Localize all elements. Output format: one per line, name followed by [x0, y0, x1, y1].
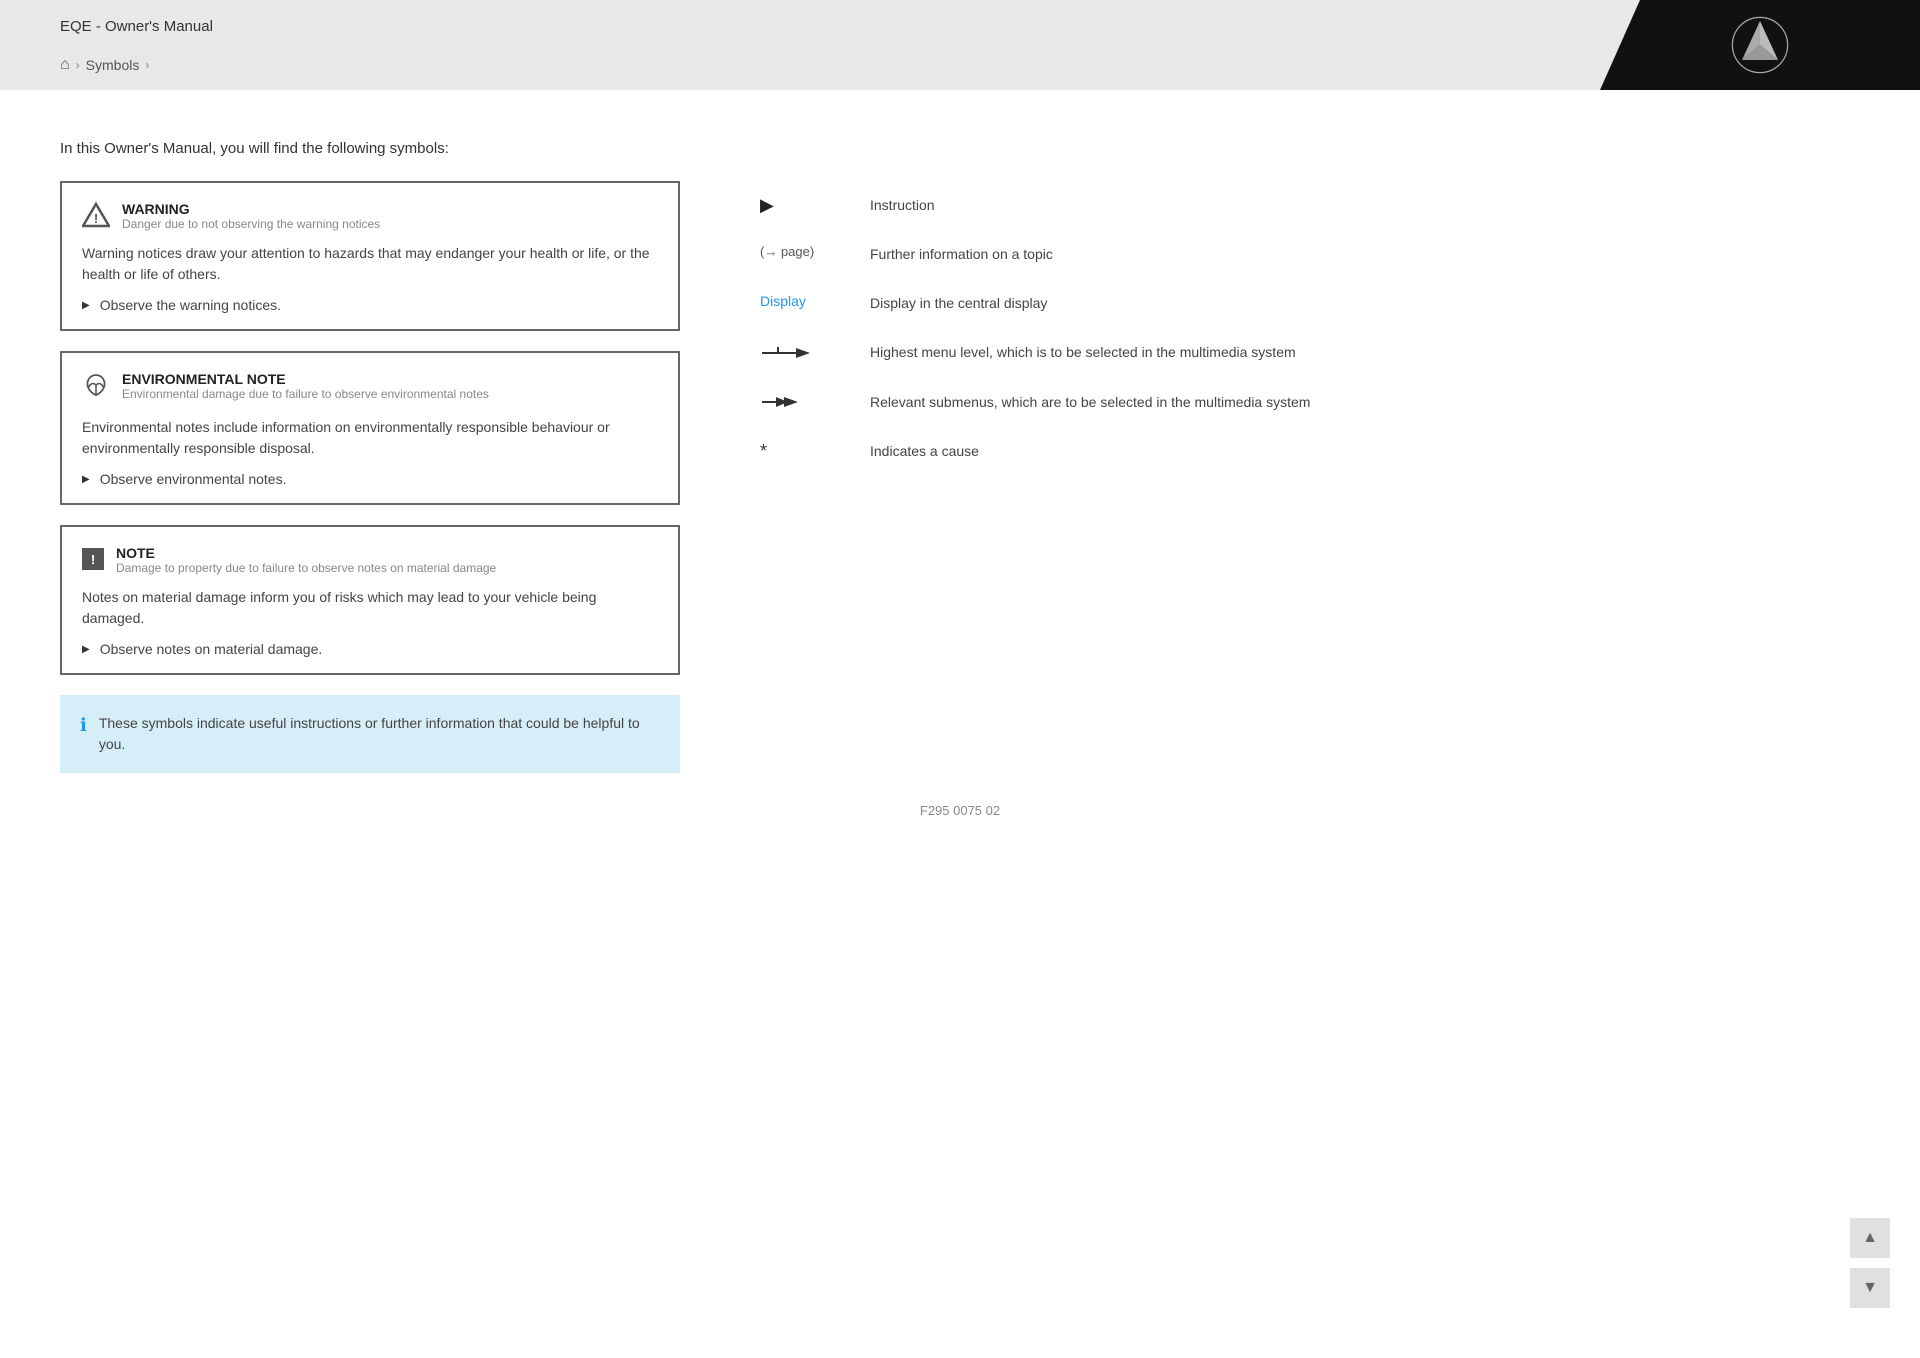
- right-column: ▶ Instruction (→ page) Further informati…: [760, 181, 1860, 773]
- symbol-desc-menu-level: Highest menu level, which is to be selec…: [870, 342, 1860, 363]
- symbol-row-submenus: Relevant submenus, which are to be selec…: [760, 378, 1860, 427]
- play-icon: ▶: [82, 300, 90, 311]
- warning-box: ! WARNING Danger due to not observing th…: [60, 181, 680, 331]
- info-box: ℹ These symbols indicate useful instruct…: [60, 695, 680, 773]
- symbol-desc-submenus: Relevant submenus, which are to be selec…: [870, 392, 1860, 413]
- warning-instruction-text: Observe the warning notices.: [100, 297, 281, 313]
- symbol-desc-cause: Indicates a cause: [870, 441, 1860, 462]
- submenus-arrow-icon: [760, 392, 802, 412]
- environmental-instruction-text: Observe environmental notes.: [100, 471, 287, 487]
- note-header: ! NOTE Damage to property due to failure…: [82, 545, 658, 575]
- footer: F295 0075 02: [60, 773, 1860, 838]
- warning-header: ! WARNING Danger due to not observing th…: [82, 201, 658, 231]
- play-icon-2: ▶: [82, 474, 90, 485]
- mercedes-logo: [1730, 15, 1790, 75]
- info-icon: ℹ: [80, 715, 87, 736]
- warning-icon: !: [82, 201, 110, 229]
- main-content: In this Owner's Manual, you will find th…: [0, 90, 1920, 1358]
- breadcrumb-current[interactable]: Symbols: [86, 57, 140, 73]
- scroll-up-button[interactable]: ▲: [1850, 1218, 1890, 1258]
- symbol-desc-further-info: Further information on a topic: [870, 244, 1860, 265]
- symbol-icon-menu-level: [760, 342, 840, 364]
- breadcrumb: ⌂ › Symbols ›: [60, 56, 149, 74]
- logo-area: [1600, 0, 1920, 90]
- note-box: ! NOTE Damage to property due to failure…: [60, 525, 680, 675]
- environmental-subtitle: Environmental damage due to failure to o…: [122, 387, 489, 401]
- warning-subtitle: Danger due to not observing the warning …: [122, 217, 380, 231]
- display-icon: Display: [760, 293, 806, 309]
- instruction-play-icon: ▶: [760, 195, 774, 216]
- note-title-group: NOTE Damage to property due to failure t…: [116, 545, 496, 575]
- asterisk-icon: *: [760, 441, 767, 462]
- left-column: ! WARNING Danger due to not observing th…: [60, 181, 680, 773]
- warning-instruction: ▶ Observe the warning notices.: [82, 297, 658, 313]
- note-title: NOTE: [116, 545, 496, 561]
- note-instruction-text: Observe notes on material damage.: [100, 641, 323, 657]
- symbol-icon-display: Display: [760, 293, 840, 309]
- symbol-icon-further-info: (→ page): [760, 244, 840, 259]
- symbol-desc-display: Display in the central display: [870, 293, 1860, 314]
- play-icon-3: ▶: [82, 644, 90, 655]
- scroll-down-button[interactable]: ▼: [1850, 1268, 1890, 1308]
- symbol-desc-instruction: Instruction: [870, 195, 1860, 216]
- home-icon[interactable]: ⌂: [60, 56, 70, 74]
- note-subtitle: Damage to property due to failure to obs…: [116, 561, 496, 575]
- footer-code: F295 0075 02: [920, 803, 1000, 818]
- page-title: EQE - Owner's Manual: [60, 18, 213, 35]
- note-icon: !: [82, 548, 104, 570]
- symbol-icon-submenus: [760, 392, 840, 412]
- warning-body: Warning notices draw your attention to h…: [82, 243, 658, 285]
- warning-title: WARNING: [122, 201, 380, 217]
- menu-level-arrow-icon: [760, 342, 812, 364]
- symbol-icon-instruction: ▶: [760, 195, 840, 216]
- header: EQE - Owner's Manual ⌂ › Symbols ›: [0, 0, 1920, 90]
- environmental-body: Environmental notes include information …: [82, 417, 658, 459]
- environmental-instruction: ▶ Observe environmental notes.: [82, 471, 658, 487]
- environmental-title-group: ENVIRONMENTAL NOTE Environmental damage …: [122, 371, 489, 401]
- note-body: Notes on material damage inform you of r…: [82, 587, 658, 629]
- environmental-title: ENVIRONMENTAL NOTE: [122, 371, 489, 387]
- symbol-row-display: Display Display in the central display: [760, 279, 1860, 328]
- environmental-header: ENVIRONMENTAL NOTE Environmental damage …: [82, 371, 658, 405]
- intro-text: In this Owner's Manual, you will find th…: [60, 140, 1860, 157]
- breadcrumb-separator: ›: [76, 58, 80, 72]
- info-text: These symbols indicate useful instructio…: [99, 713, 660, 755]
- environmental-icon: [82, 371, 110, 405]
- symbol-icon-cause: *: [760, 441, 840, 462]
- svg-text:!: !: [94, 211, 98, 226]
- arrow-page-icon: (→ page): [760, 244, 814, 259]
- environmental-box: ENVIRONMENTAL NOTE Environmental damage …: [60, 351, 680, 505]
- symbol-table: ▶ Instruction (→ page) Further informati…: [760, 181, 1860, 476]
- breadcrumb-separator-2: ›: [145, 58, 149, 72]
- note-instruction: ▶ Observe notes on material damage.: [82, 641, 658, 657]
- content-area: ! WARNING Danger due to not observing th…: [60, 181, 1860, 773]
- symbol-row-menu-level: Highest menu level, which is to be selec…: [760, 328, 1860, 378]
- warning-title-group: WARNING Danger due to not observing the …: [122, 201, 380, 231]
- symbol-row-cause: * Indicates a cause: [760, 427, 1860, 476]
- symbol-row-instruction: ▶ Instruction: [760, 181, 1860, 230]
- symbol-row-further-info: (→ page) Further information on a topic: [760, 230, 1860, 279]
